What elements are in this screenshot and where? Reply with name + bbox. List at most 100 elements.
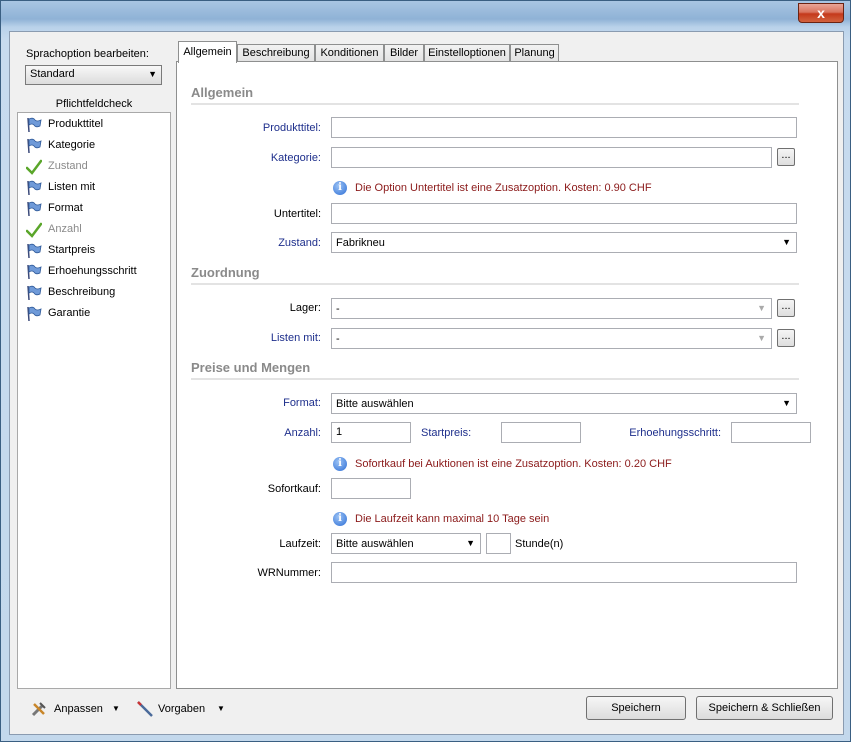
language-option-select[interactable]: Standard ▼	[25, 65, 162, 85]
sofortkauf-input[interactable]	[331, 478, 411, 499]
stunden-label: Stunde(n)	[515, 538, 564, 550]
laufzeit-info-text: Die Laufzeit kann maximal 10 Tage sein	[355, 513, 550, 525]
zustand-label: Zustand:	[278, 237, 321, 249]
laufzeit-value: Bitte auswählen	[336, 538, 414, 550]
chevron-down-icon: ▼	[148, 69, 157, 79]
untertitel-label: Untertitel:	[273, 208, 321, 220]
info-icon: i	[333, 512, 347, 526]
check-item-format[interactable]: Format	[18, 198, 170, 219]
anpassen-label: Anpassen	[54, 703, 103, 715]
wrnummer-input[interactable]	[331, 562, 797, 583]
tab-allgemein[interactable]: Allgemein	[178, 41, 237, 63]
tools-icon	[31, 702, 46, 717]
kategorie-browse-button[interactable]: ...	[777, 148, 795, 166]
laufzeit-label: Laufzeit:	[279, 538, 321, 550]
check-item-startpreis[interactable]: Startpreis	[18, 240, 170, 261]
laufzeit-info: i Die Laufzeit kann maximal 10 Tage sein	[333, 512, 783, 526]
lager-browse-button[interactable]: ...	[777, 299, 795, 317]
wand-icon	[137, 701, 153, 717]
tab-bilder[interactable]: Bilder	[384, 44, 424, 62]
lager-value: -	[336, 303, 340, 315]
section-title-preise-und-mengen: Preise und Mengen	[191, 360, 799, 380]
check-item-garantie[interactable]: Garantie	[18, 303, 170, 324]
check-item-label: Erhoehungsschritt	[48, 265, 137, 277]
check-item-label: Zustand	[48, 160, 88, 172]
checkmark-icon	[26, 222, 42, 238]
flag-icon	[27, 180, 42, 196]
info-icon: i	[333, 181, 347, 195]
erhoehungsschritt-label: Erhoehungsschritt:	[629, 427, 721, 439]
kategorie-label: Kategorie:	[270, 152, 321, 164]
chevron-down-icon: ▼	[757, 303, 766, 313]
flag-icon	[27, 138, 42, 154]
chevron-down-icon: ▼	[782, 398, 791, 408]
close-window-button[interactable]: x	[798, 3, 844, 23]
dialog-client-area: Sprachoption bearbeiten: Standard ▼ Pfli…	[9, 31, 844, 735]
sofortkauf-label: Sofortkauf:	[267, 483, 321, 495]
check-item-label: Garantie	[48, 307, 91, 319]
section-title-allgemein: Allgemein	[191, 85, 799, 105]
stunden-input[interactable]	[486, 533, 511, 554]
erhoehungsschritt-input[interactable]	[731, 422, 811, 443]
check-item-label: Produkttitel	[48, 118, 104, 130]
zustand-value: Fabrikneu	[336, 237, 385, 249]
check-item-listen-mit[interactable]: Listen mit	[18, 177, 170, 198]
untertitel-info: i Die Option Untertitel ist eine Zusatzo…	[333, 181, 783, 195]
laufzeit-select[interactable]: Bitte auswählen ▼	[331, 533, 481, 554]
zustand-select[interactable]: Fabrikneu ▼	[331, 232, 797, 253]
untertitel-input[interactable]	[331, 203, 797, 224]
section-title-zuordnung: Zuordnung	[191, 265, 799, 285]
format-value: Bitte auswählen	[336, 398, 414, 410]
chevron-down-icon: ▼	[466, 538, 475, 548]
check-item-label: Startpreis	[48, 244, 96, 256]
chevron-down-icon: ▼	[782, 237, 791, 247]
checkmark-icon	[26, 159, 42, 175]
wrnummer-label: WRNummer:	[257, 567, 321, 579]
format-select[interactable]: Bitte auswählen ▼	[331, 393, 797, 414]
listen-mit-select[interactable]: - ▼	[331, 328, 772, 349]
info-icon: i	[333, 457, 347, 471]
tab-einstelloptionen[interactable]: Einstelloptionen	[424, 44, 510, 62]
check-item-label: Listen mit	[48, 181, 96, 193]
startpreis-input[interactable]	[501, 422, 581, 443]
check-item-erhoehungsschritt[interactable]: Erhoehungsschritt	[18, 261, 170, 282]
anzahl-input[interactable]: 1	[331, 422, 411, 443]
kategorie-input[interactable]	[331, 147, 772, 168]
tab-beschreibung[interactable]: Beschreibung	[237, 44, 315, 62]
tab-panel-allgemein: Allgemein Produkttitel: Kategorie: ... i…	[176, 61, 838, 689]
window-frame: x Sprachoption bearbeiten: Standard ▼ Pf…	[0, 0, 851, 742]
sofortkauf-info: i Sofortkauf bei Auktionen ist eine Zusa…	[333, 457, 783, 471]
save-and-close-button[interactable]: Speichern & Schließen	[696, 696, 833, 720]
flag-icon	[27, 264, 42, 280]
tab-konditionen[interactable]: Konditionen	[315, 44, 384, 62]
flag-icon	[27, 243, 42, 259]
flag-icon	[27, 117, 42, 133]
listen-mit-browse-button[interactable]: ...	[777, 329, 795, 347]
check-item-zustand[interactable]: Zustand	[18, 156, 170, 177]
flag-icon	[27, 285, 42, 301]
listen-mit-label: Listen mit:	[270, 332, 321, 344]
check-item-label: Anzahl	[48, 223, 82, 235]
chevron-down-icon: ▼	[217, 704, 225, 713]
check-item-beschreibung[interactable]: Beschreibung	[18, 282, 170, 303]
produkttitel-label: Produkttitel:	[262, 122, 321, 134]
produkttitel-input[interactable]	[331, 117, 797, 138]
check-item-kategorie[interactable]: Kategorie	[18, 135, 170, 156]
chevron-down-icon: ▼	[112, 704, 120, 713]
check-item-produkttitel[interactable]: Produkttitel	[18, 114, 170, 135]
tab-planung[interactable]: Planung	[510, 44, 559, 62]
required-field-check-list: Produkttitel Kategorie Zustand Listen mi…	[17, 112, 171, 689]
check-item-anzahl[interactable]: Anzahl	[18, 219, 170, 240]
language-option-value: Standard	[30, 68, 75, 80]
language-option-label: Sprachoption bearbeiten:	[26, 48, 149, 60]
lager-select[interactable]: - ▼	[331, 298, 772, 319]
format-label: Format:	[283, 397, 321, 409]
vorgaben-label: Vorgaben	[158, 703, 206, 715]
flag-icon	[27, 306, 42, 322]
check-item-label: Kategorie	[48, 139, 96, 151]
save-button[interactable]: Speichern	[586, 696, 686, 720]
sofortkauf-info-text: Sofortkauf bei Auktionen ist eine Zusatz…	[355, 458, 672, 470]
listen-mit-value: -	[336, 333, 340, 345]
check-item-label: Beschreibung	[48, 286, 116, 298]
untertitel-info-text: Die Option Untertitel ist eine Zusatzopt…	[355, 182, 652, 194]
